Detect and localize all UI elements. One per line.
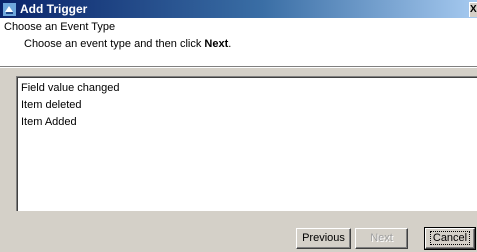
list-item-item-added[interactable]: Item Added <box>21 115 77 129</box>
header-separator <box>0 67 477 68</box>
window-title: Add Trigger <box>20 2 88 16</box>
event-type-list[interactable]: Field value changed Item deleted Item Ad… <box>16 76 477 211</box>
instruction-end: . <box>228 38 232 50</box>
list-item-field-value-changed[interactable]: Field value changed <box>21 81 119 95</box>
app-icon <box>3 2 16 16</box>
list-item-item-deleted[interactable]: Item deleted <box>21 98 82 112</box>
instruction-next-emphasis: Next <box>204 38 229 50</box>
step-instruction: Choose an event type and then click Next… <box>24 38 231 50</box>
title-bar: Add Trigger X <box>0 0 477 18</box>
cancel-label: Cancel <box>429 231 471 245</box>
previous-button[interactable]: Previous <box>296 228 351 249</box>
close-button[interactable]: X <box>469 2 477 17</box>
next-button[interactable]: Next <box>355 228 408 249</box>
instruction-text: Choose an event type and then click <box>24 38 205 50</box>
step-title: Choose an Event Type <box>4 21 116 33</box>
wizard-header: Choose an Event Type Choose an event typ… <box>0 18 477 67</box>
cancel-button[interactable]: Cancel <box>424 227 476 250</box>
